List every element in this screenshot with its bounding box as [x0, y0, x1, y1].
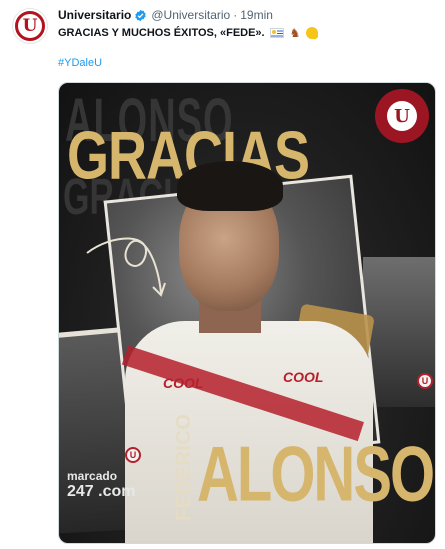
horse-icon: ♞: [289, 26, 301, 40]
avatar[interactable]: U: [12, 8, 48, 44]
sponsor-bottom-1: marcado: [67, 469, 118, 483]
player-first-name: FEDERICO: [173, 413, 195, 521]
tweet: U Universitario @Universitario · 19min G…: [0, 0, 445, 549]
tweet-header: Universitario @Universitario · 19min: [58, 8, 273, 22]
jersey-crest-icon: U: [417, 373, 433, 389]
player-last-name: ALONSO: [197, 430, 435, 519]
club-badge-letter: U: [394, 105, 410, 127]
flexed-biceps-icon: [306, 27, 319, 39]
tweet-media-image[interactable]: ALONSO GRACIAS U GRACIAS COOL COOL U U m…: [58, 82, 436, 544]
author-name[interactable]: Universitario: [58, 8, 131, 22]
curly-arrow-icon: [86, 237, 166, 297]
separator-dot: ·: [233, 8, 238, 22]
jersey-crest-icon: U: [125, 447, 141, 463]
club-logo-icon: U: [15, 11, 45, 41]
verified-badge-icon: [135, 9, 147, 21]
uruguay-flag-icon: [269, 28, 284, 38]
sponsor-bottom-2: 247 .com: [67, 483, 136, 500]
club-badge-icon: U: [375, 89, 429, 143]
tweet-time[interactable]: 19min: [240, 8, 273, 22]
sponsor-logo-left: COOL: [163, 375, 204, 391]
sponsor-logo-right: COOL: [283, 369, 324, 385]
tweet-text: GRACIAS Y MUCHOS ÉXITOS, «FEDE». ♞: [58, 26, 319, 40]
avatar-letter: U: [22, 15, 38, 36]
tweet-text-body: GRACIAS Y MUCHOS ÉXITOS, «FEDE».: [58, 27, 265, 39]
hashtag-link[interactable]: #YDaleU: [58, 57, 102, 69]
player-hair: [177, 161, 283, 211]
author-handle[interactable]: @Universitario: [151, 8, 230, 22]
